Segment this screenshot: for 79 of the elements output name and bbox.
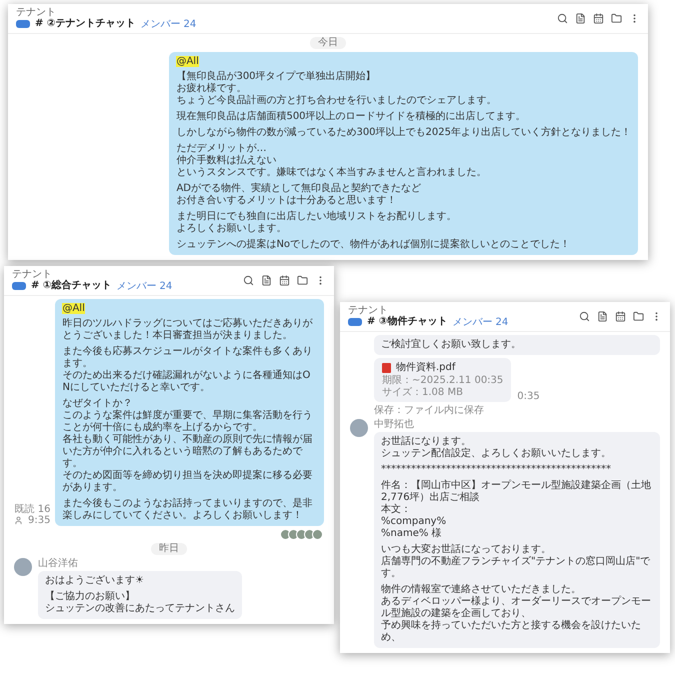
message-text: 【ご協力のお願い】	[45, 591, 136, 602]
message-text: お疲れ様です。	[176, 83, 248, 94]
file-size: サイズ：1.08 MB	[382, 387, 464, 398]
channel-title: # ①総合チャット	[31, 280, 112, 292]
calendar-icon[interactable]	[593, 13, 604, 24]
message-text: 物件の情報室で連絡させていただきました。	[381, 584, 582, 596]
document-icon[interactable]	[261, 275, 272, 286]
calendar-icon[interactable]	[279, 275, 290, 286]
message-text: 予め興味を持っていただいた方と接する機会を設けたいため、	[381, 620, 642, 644]
message-text: ちょうど今良品計画の方と打ち合わせを行いましたのでシェアします。	[176, 95, 498, 107]
folder-icon[interactable]	[633, 311, 644, 322]
message-text: **********************************************	[381, 464, 612, 476]
message-text: しかしながら物件の数が減っているため300坪以上でも2025年より出店していく方針となりました！	[176, 127, 631, 139]
message-text: ただデメリットが…	[176, 143, 268, 154]
avatar	[350, 419, 368, 437]
message-time: 9:35	[28, 515, 50, 526]
channel-title: # ②テナントチャット	[35, 18, 136, 30]
mention-tag: @All	[62, 303, 85, 314]
calendar-icon[interactable]	[615, 311, 626, 322]
message-text: ADがでる物件、実績として無印良品と契約できたなど	[176, 183, 422, 194]
channel-tag: テナント	[348, 305, 508, 316]
read-count: 既読 16	[14, 504, 50, 515]
member-count[interactable]: メンバー 24	[116, 280, 172, 292]
reader-icon	[14, 516, 23, 525]
search-icon[interactable]	[243, 275, 254, 286]
channel-tag: テナント	[12, 269, 172, 280]
file-note: 保存：ファイル内に保存	[374, 405, 485, 416]
message-text: 店舗専門の不動産フランチャイズ"テナントの窓口岡山店"です。	[381, 556, 652, 580]
pdf-icon	[382, 363, 391, 373]
message-text: このような案件は鮮度が重要で、早期に集客活動を行うことが何十倍にも成約率を上げるからです。	[62, 410, 314, 434]
folder-icon[interactable]	[297, 275, 308, 286]
channel-icon	[12, 282, 26, 290]
message-text: %company%	[381, 516, 448, 528]
message-text: %name% 様	[381, 528, 443, 540]
message-text: あるディベロッパー様より、オーダーリースでオープンモール型施設の建築を企画しており、	[381, 596, 652, 620]
message-text: なぜタイトか？	[62, 398, 134, 410]
search-icon[interactable]	[557, 13, 568, 24]
message-text: お世話になります。	[381, 436, 472, 448]
file-name: 物件資料.pdf	[396, 362, 456, 374]
message-text: 仲介手数料は払えない	[176, 155, 276, 167]
sender-name: 中野拓也	[374, 419, 414, 430]
message-text: そのため図面等を締め切り担当を決め即提案に移る必要があります。	[62, 470, 314, 494]
channel-icon	[16, 20, 30, 28]
channel-tag: テナント	[16, 7, 196, 18]
message-time: 0:35	[517, 391, 540, 402]
message-text: また明日にでも独自に出店したい地域リストをお配りします。	[176, 211, 458, 223]
date-chip: 今日	[310, 37, 346, 49]
folder-icon[interactable]	[611, 13, 622, 24]
message-text: というスタンスです。嫌味ではなく本当すみませんと言われました。	[176, 167, 488, 179]
document-icon[interactable]	[575, 13, 586, 24]
message-text: シュッテンの改善にあたってテナントさん	[45, 603, 235, 615]
message-text: おはようございます☀	[45, 575, 145, 587]
channel-title: # ③物件チャット	[367, 316, 448, 328]
message-text: ご検討宜しくお願い致します。	[381, 339, 522, 351]
message-text: 件名：【岡山市中区】オープンモール型施設建築企画（土地2,776坪）出店ご相談	[381, 480, 652, 504]
message-text: また今後も応募スケジュールがタイトな案件も多くあります。	[62, 346, 314, 370]
message-text: 【無印良品が300坪タイプで単独出店開始】	[176, 71, 377, 82]
member-count[interactable]: メンバー 24	[452, 316, 508, 328]
file-expiry: 期限：~2025.2.11 00:35	[382, 375, 504, 386]
channel-icon	[348, 318, 362, 326]
date-chip: 昨日	[151, 543, 187, 555]
message-text: よろしくお願いします。	[176, 223, 288, 235]
member-count[interactable]: メンバー 24	[140, 18, 196, 30]
message-text: いつも大変お世話になっております。	[381, 544, 552, 556]
message-text: また今後もこのようなお話持ってまいりますので、是非楽しみにしていてください。よろしくお願いします！	[62, 498, 314, 522]
message-text: お付き合いするメリットは十分あると思います！	[176, 195, 398, 207]
message-text: シュッテンへの提案はNoでしたので、物件があれば個別に提案欲しいとのことでした！	[176, 239, 572, 251]
mention-tag: @All	[176, 56, 199, 67]
search-icon[interactable]	[579, 311, 590, 322]
avatar	[14, 558, 32, 576]
message-text: 各社も動く可能性があり、不動産の原則で先に情報が届いた方が仲介に入れるという暗黙の了解もあるためです。	[62, 434, 314, 470]
sender-name: 山谷洋佑	[38, 558, 78, 569]
message-text: そのため出来るだけ確認漏れがないように各種通知はONにしていただけると幸いです。	[62, 370, 312, 394]
message-text: 本文：	[381, 504, 412, 516]
message-text: 現在無印良品は店舗面積500坪以上のロードサイドを積極的に出店してます。	[176, 111, 527, 123]
message-text: 昨日のツルハドラッグについてはご応募いただきありがとうございました！本日審査担当が決まりました。	[62, 318, 314, 342]
message-text: シュッテン配信設定、よろしくお願いいたします。	[381, 448, 612, 460]
file-card[interactable]: 物件資料.pdf 期限：~2025.2.11 00:35 サイズ：1.08 MB	[374, 358, 512, 402]
document-icon[interactable]	[597, 311, 608, 322]
